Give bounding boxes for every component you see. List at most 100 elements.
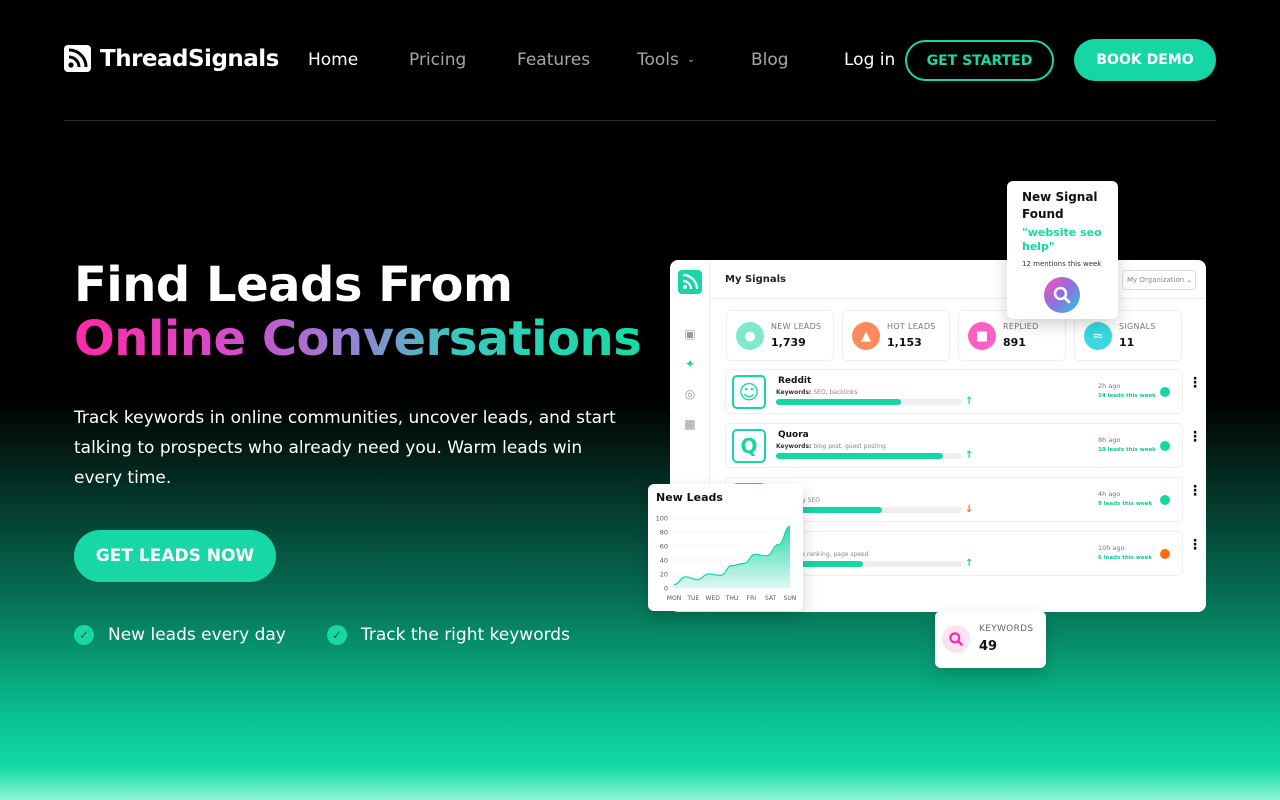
book-demo-button[interactable]: BOOK DEMO xyxy=(1074,39,1216,81)
briefcase-icon[interactable]: ▣ xyxy=(682,327,698,341)
chat-icon: ■ xyxy=(968,322,996,350)
signal-row[interactable]: Q Quora Keywords: blog post, guest posti… xyxy=(725,423,1202,468)
stat-label: SIGNALS xyxy=(1119,322,1156,331)
signal-card-quote: "website seo help" xyxy=(1022,226,1102,253)
dashboard-divider xyxy=(710,298,1206,299)
search-icon xyxy=(942,625,970,653)
y-tick-label: 40 xyxy=(660,557,668,565)
stat-label: REPLIED xyxy=(1003,322,1039,331)
row-progress-fill xyxy=(776,453,944,459)
top-nav: ThreadSignals Home Pricing Features Tool… xyxy=(64,38,1216,82)
row-progress-fill xyxy=(776,399,901,405)
y-tick-label: 100 xyxy=(656,515,668,523)
row-keywords-value: blog post, guest posting xyxy=(813,443,886,450)
row-progress xyxy=(776,561,962,567)
stat-card: ▲ HOT LEADS 1,153 xyxy=(842,310,950,361)
get-leads-now-button[interactable]: GET LEADS NOW xyxy=(74,530,276,582)
status-dot xyxy=(1160,549,1170,559)
row-time: 4h ago xyxy=(1098,490,1121,498)
stat-label: HOT LEADS xyxy=(887,322,936,331)
arrow-up-icon: ↑ xyxy=(965,450,974,461)
check-label: New leads every day xyxy=(108,625,286,645)
row-keywords-value: SEO, backlinks xyxy=(813,389,858,396)
hero-title-line1: Find Leads From xyxy=(74,257,513,313)
row-progress xyxy=(776,399,962,405)
hero-title: Find Leads From Online Conversations xyxy=(74,257,642,367)
stat-label: NEW LEADS xyxy=(771,322,822,331)
more-icon[interactable]: ⋮ xyxy=(1188,484,1202,498)
megaphone-icon[interactable]: ✦ xyxy=(682,357,698,371)
row-name: Reddit xyxy=(778,376,812,386)
x-tick-label: TUE xyxy=(686,595,699,602)
organization-select[interactable]: My Organization ⌄ xyxy=(1122,270,1196,290)
brand-logo[interactable]: ThreadSignals xyxy=(64,45,279,72)
more-icon[interactable]: ⋮ xyxy=(1188,538,1202,552)
y-tick-label: 80 xyxy=(660,529,668,537)
reddit-icon: ☺ xyxy=(732,375,766,409)
hero-title-line2: Online Conversations xyxy=(74,311,642,367)
get-started-button[interactable]: GET STARTED xyxy=(905,40,1054,81)
row-progress xyxy=(776,507,962,513)
chart-title: New Leads xyxy=(656,491,723,504)
row-week: 6 leads this week xyxy=(1098,555,1153,561)
login-link[interactable]: Log in xyxy=(844,50,895,70)
x-tick-label: SUN xyxy=(784,595,797,602)
stat-value: 891 xyxy=(1003,336,1026,349)
row-time: 10h ago xyxy=(1098,544,1125,552)
analytics-icon[interactable]: ▩ xyxy=(682,417,698,431)
keywords-label: KEYWORDS xyxy=(979,624,1034,634)
x-tick-label: SAT xyxy=(765,595,777,602)
more-icon[interactable]: ⋮ xyxy=(1188,430,1202,444)
row-time: 8h ago xyxy=(1098,436,1121,444)
row-keywords: Keywords: SEO, backlinks xyxy=(776,389,857,396)
x-tick-label: MON xyxy=(667,595,681,602)
more-icon[interactable]: ⋮ xyxy=(1188,376,1202,390)
signal-row[interactable]: ☺ Reddit Keywords: SEO, backlinks ↑ 2h a… xyxy=(725,369,1202,414)
stat-value: 1,153 xyxy=(887,336,922,349)
nav-blog[interactable]: Blog xyxy=(751,50,789,70)
quora-icon: Q xyxy=(732,429,766,463)
nav-features[interactable]: Features xyxy=(517,50,590,70)
row-keywords-label: Keywords: xyxy=(776,443,812,450)
status-dot xyxy=(1160,495,1170,505)
y-tick-label: 60 xyxy=(660,543,668,551)
row-time: 2h ago xyxy=(1098,382,1121,390)
row-progress xyxy=(776,453,962,459)
keywords-card: KEYWORDS 49 xyxy=(935,611,1046,668)
row-keywords: Keywords: blog post, guest posting xyxy=(776,443,886,450)
nav-home[interactable]: Home xyxy=(308,50,358,70)
x-tick-label: WED xyxy=(705,595,720,602)
status-dot xyxy=(1160,387,1170,397)
nav-tools[interactable]: Tools ⌄ xyxy=(637,50,695,70)
search-icon xyxy=(1044,277,1080,313)
dashboard-title: My Signals xyxy=(725,274,786,285)
rss-logo-icon xyxy=(64,45,91,72)
signal-card-title: New Signal Found xyxy=(1022,190,1098,221)
check-label: Track the right keywords xyxy=(361,625,570,645)
x-tick-label: THU xyxy=(725,595,739,602)
nav-tools-label: Tools xyxy=(637,50,679,70)
check-item: ✓ New leads every day xyxy=(74,625,286,645)
nav-pricing[interactable]: Pricing xyxy=(409,50,466,70)
stat-value: 11 xyxy=(1119,336,1135,349)
target-icon[interactable]: ◎ xyxy=(682,387,698,401)
user-icon: ● xyxy=(736,322,764,350)
keywords-value: 49 xyxy=(979,639,998,654)
check-icon: ✓ xyxy=(327,625,347,645)
stat-card: ● NEW LEADS 1,739 xyxy=(726,310,834,361)
y-tick-label: 0 xyxy=(664,585,668,593)
fire-icon: ▲ xyxy=(852,322,880,350)
check-icon: ✓ xyxy=(74,625,94,645)
arrow-down-icon: ↓ xyxy=(965,504,974,515)
status-dot xyxy=(1160,441,1170,451)
signal-card-mentions: 12 mentions this week xyxy=(1022,260,1102,268)
stat-value: 1,739 xyxy=(771,336,806,349)
chevron-down-icon: ⌄ xyxy=(686,54,696,65)
nav-divider xyxy=(64,120,1216,121)
arrow-up-icon: ↑ xyxy=(965,396,974,407)
rss-logo-icon xyxy=(678,270,702,294)
x-tick-label: FRI xyxy=(747,595,757,602)
new-leads-chart: 100 80 60 40 20 0 MON TUE WED THU FRI SAT SUN xyxy=(656,515,797,603)
y-tick-label: 20 xyxy=(660,571,668,579)
organization-select-value: My Organization xyxy=(1127,276,1185,284)
